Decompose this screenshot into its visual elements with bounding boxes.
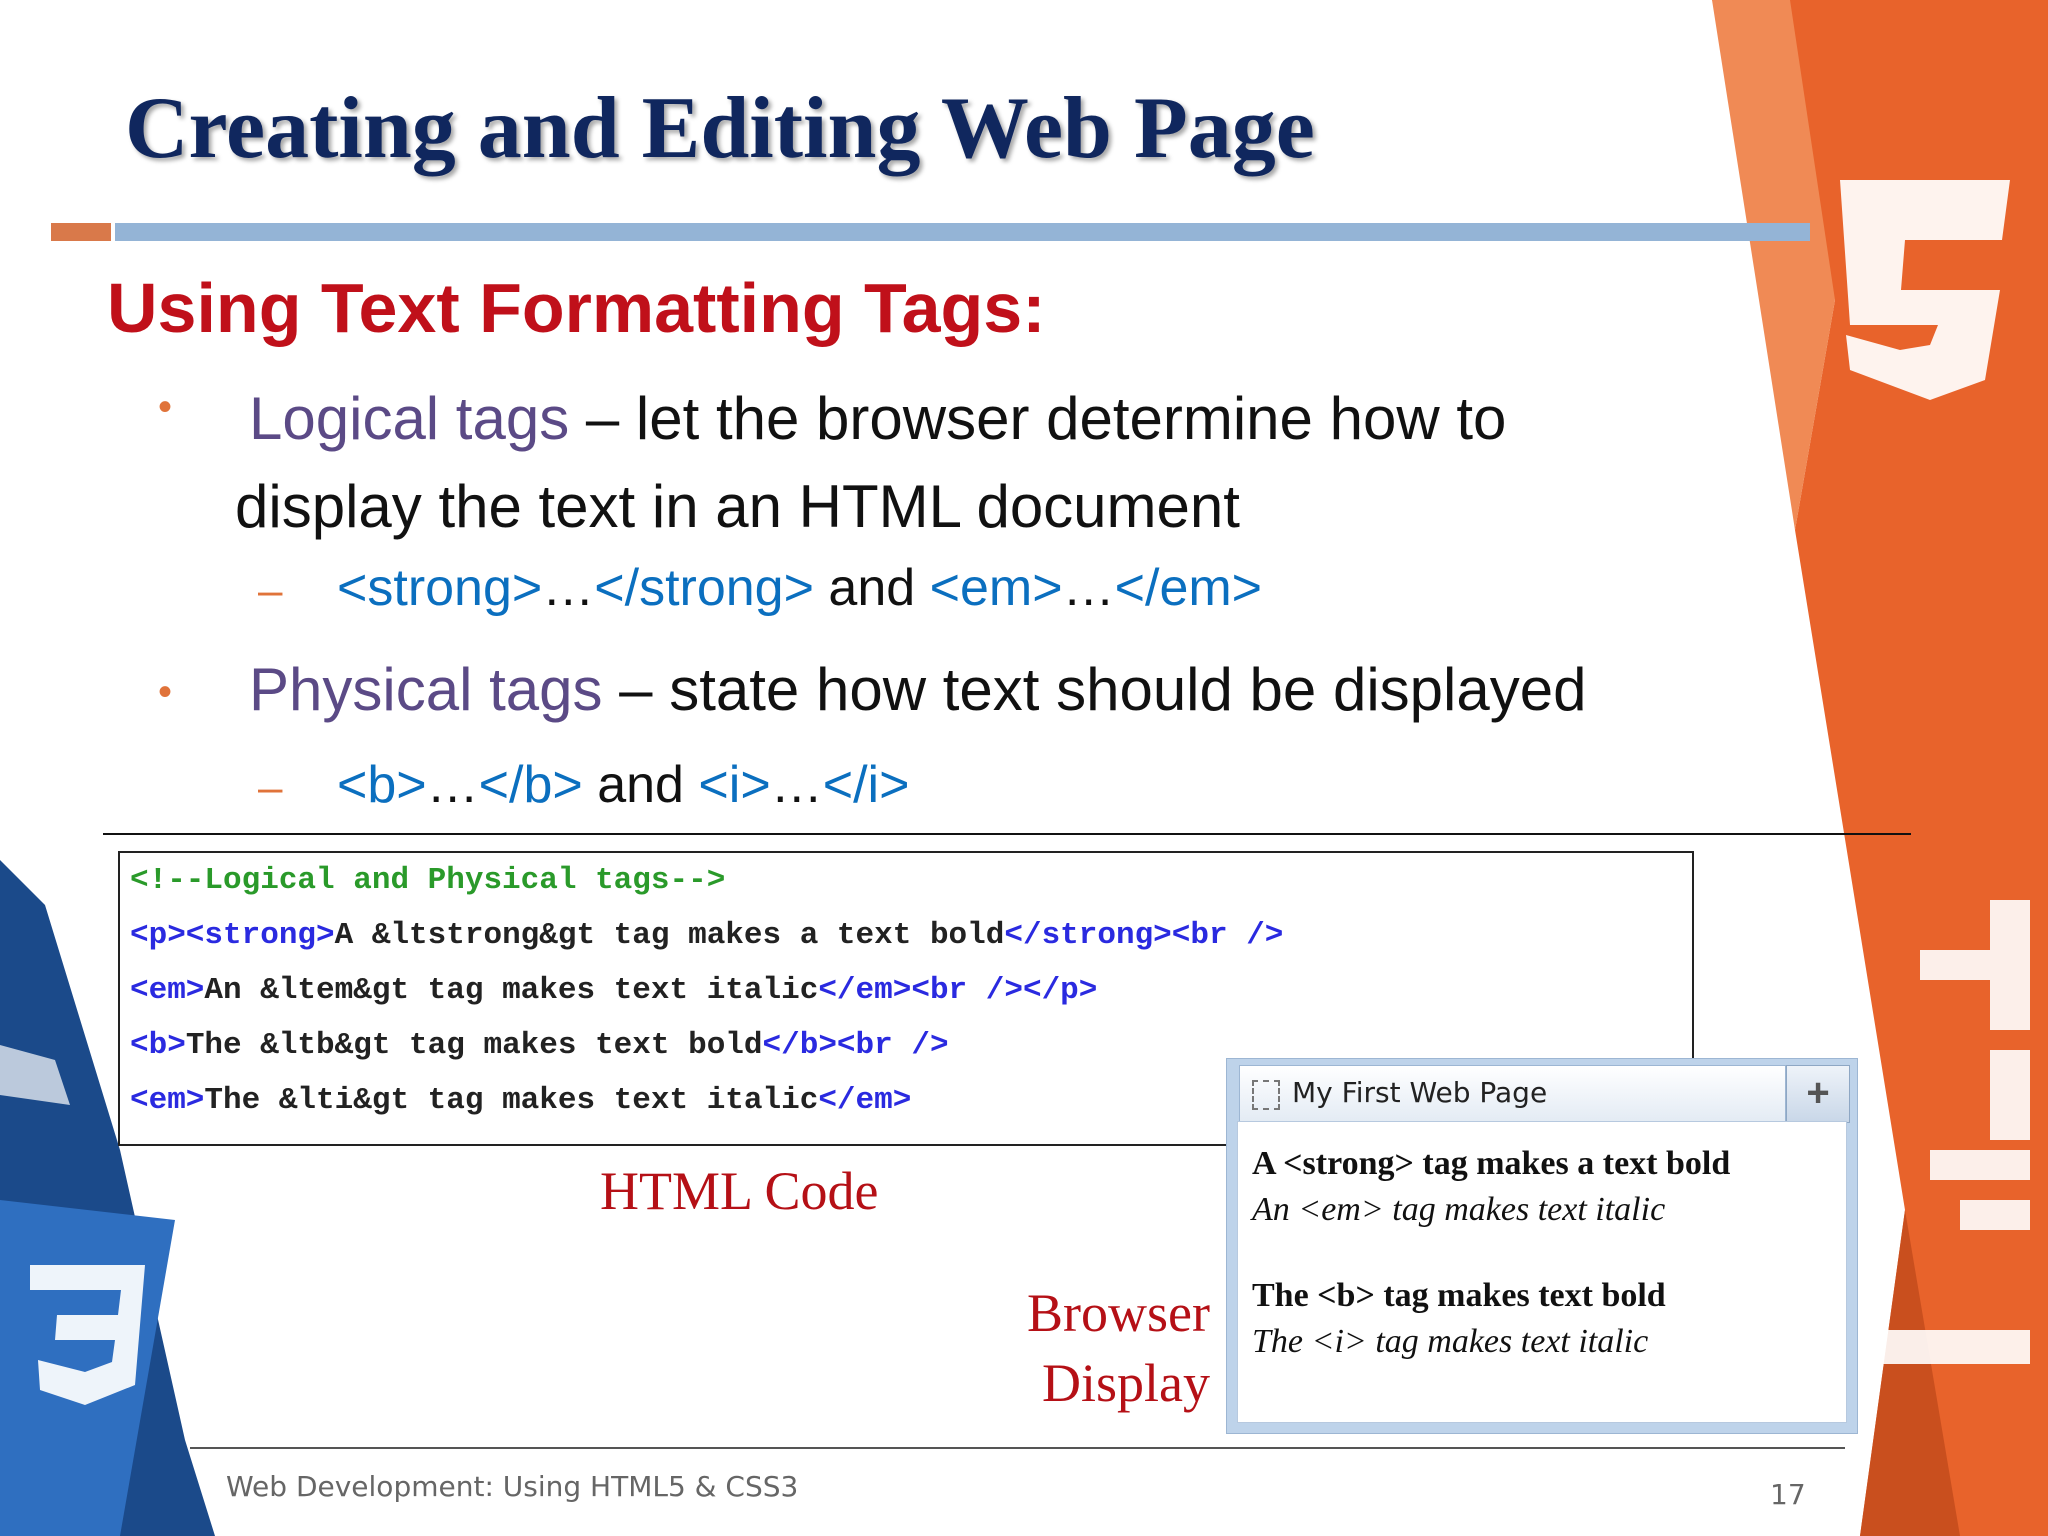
code-tag: <b> — [130, 1028, 186, 1063]
ellipsis: … — [1062, 559, 1115, 617]
code-snippet: <strong> — [337, 559, 543, 617]
footer-divider — [190, 1447, 1845, 1449]
code-line-comment: <!--Logical and Physical tags--> — [130, 863, 725, 898]
code-tag: <em> — [130, 973, 205, 1008]
ellipsis: … — [542, 559, 595, 617]
sub-bullet-physical-examples: <b>…</b> and <i>…</i> — [337, 755, 909, 815]
code-comment: <!--Logical and Physical tags--> — [130, 863, 726, 898]
code-snippet: </strong> — [594, 559, 814, 617]
section-divider — [103, 833, 1911, 835]
bullet-term: Logical tags — [249, 385, 570, 452]
browser-window: My First Web Page + A <strong> tag makes… — [1226, 1058, 1858, 1434]
code-tag: </b><br /> — [762, 1028, 949, 1063]
code-text: An &ltem&gt tag makes text italic — [204, 973, 819, 1008]
code-tag: </em><br /></p> — [818, 973, 1098, 1008]
code-text: The &ltb&gt tag makes text bold — [185, 1028, 763, 1063]
sub-bullet-and: and — [582, 756, 699, 814]
code-line: <em>The &lti&gt tag makes text italic</e… — [130, 1083, 911, 1118]
browser-italic-line: The <i> tag makes text italic — [1252, 1323, 1649, 1360]
sub-bullet-dash-icon: – — [258, 566, 283, 615]
code-text: A &ltstrong&gt tag makes a text bold — [334, 918, 1005, 953]
title-accent-bar — [51, 223, 111, 241]
code-tag: </em> — [818, 1083, 912, 1118]
browser-italic-line: An <em> tag makes text italic — [1252, 1191, 1666, 1228]
code-snippet: <em> — [929, 559, 1063, 617]
page-number: 17 — [1770, 1478, 1806, 1511]
browser-tab[interactable]: My First Web Page — [1239, 1065, 1786, 1122]
bullet-text: – state how text should be displayed — [602, 656, 1587, 723]
caption-line: Browser — [1027, 1283, 1210, 1343]
code-tag: <em> — [130, 1083, 205, 1118]
code-line: <p><strong>A &ltstrong&gt tag makes a te… — [130, 918, 1283, 953]
code-snippet: <b> — [337, 756, 427, 814]
bullet-text: – let the browser determine how to — [569, 385, 1507, 452]
code-tag: <p><strong> — [130, 918, 335, 953]
sub-bullet-logical-examples: <strong>…</strong> and <em>…</em> — [337, 558, 1262, 618]
browser-bold-line: The <b> tag makes text bold — [1252, 1277, 1666, 1314]
sub-bullet-dash-icon: – — [258, 763, 283, 812]
footer-text: Web Development: Using HTML5 & CSS3 — [226, 1470, 799, 1503]
page-icon — [1252, 1080, 1280, 1110]
bullet-text-continued: display the text in an HTML document — [235, 473, 1240, 540]
code-text: The &lti&gt tag makes text italic — [204, 1083, 819, 1118]
code-snippet: </em> — [1114, 559, 1263, 617]
caption-line: Display — [1042, 1353, 1210, 1413]
code-snippet: <i> — [698, 756, 771, 814]
code-line: <b>The &ltb&gt tag makes text bold</b><b… — [130, 1028, 949, 1063]
code-tag: </strong><br /> — [1004, 918, 1284, 953]
code-line: <em>An &ltem&gt tag makes text italic</e… — [130, 973, 1097, 1008]
ellipsis: … — [426, 756, 479, 814]
title-underline-bar — [115, 223, 1810, 241]
new-tab-button[interactable]: + — [1786, 1065, 1850, 1123]
browser-viewport: A <strong> tag makes a text bold An <em>… — [1237, 1121, 1847, 1423]
bullet-logical-tags: Logical tags – let the browser determine… — [160, 375, 1506, 551]
sub-bullet-and: and — [813, 559, 930, 617]
ellipsis: … — [770, 756, 823, 814]
slide-subtitle: Using Text Formatting Tags: — [107, 269, 1046, 347]
code-snippet: </i> — [822, 756, 910, 814]
html-code-caption: HTML Code — [600, 1161, 879, 1221]
browser-tab-title: My First Web Page — [1292, 1076, 1548, 1109]
html5-logo-icon — [1840, 180, 2010, 400]
code-snippet: </b> — [478, 756, 583, 814]
slide-title: Creating and Editing Web Page — [125, 80, 1315, 177]
browser-bold-line: A <strong> tag makes a text bold — [1252, 1145, 1731, 1182]
bullet-dot-icon: • — [158, 670, 173, 714]
bullet-term: Physical tags — [249, 656, 603, 723]
browser-display-caption: Browser Display — [960, 1278, 1210, 1418]
bullet-physical-tags: Physical tags – state how text should be… — [249, 650, 1586, 730]
